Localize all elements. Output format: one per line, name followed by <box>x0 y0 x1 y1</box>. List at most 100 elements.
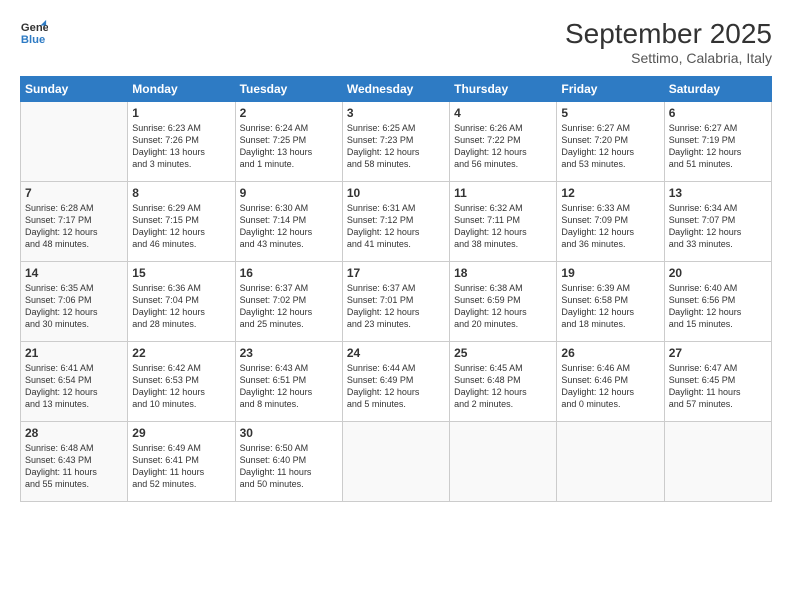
day-cell: 21Sunrise: 6:41 AM Sunset: 6:54 PM Dayli… <box>21 342 128 422</box>
day-info: Sunrise: 6:39 AM Sunset: 6:58 PM Dayligh… <box>561 282 659 331</box>
day-info: Sunrise: 6:40 AM Sunset: 6:56 PM Dayligh… <box>669 282 767 331</box>
day-info: Sunrise: 6:35 AM Sunset: 7:06 PM Dayligh… <box>25 282 123 331</box>
day-cell: 28 Sunrise: 6:48 AM Sunset: 6:43 PM Dayli… <box>21 422 128 502</box>
day-info: Sunrise: 6:31 AM Sunset: 7:12 PM Dayligh… <box>347 202 445 251</box>
day-cell: 5Sunrise: 6:27 AM Sunset: 7:20 PM Daylig… <box>557 102 664 182</box>
col-friday: Friday <box>557 77 664 102</box>
day-info: Sunrise: 6:34 AM Sunset: 7:07 PM Dayligh… <box>669 202 767 251</box>
week-row-2: 14 Sunrise: 6:35 AM Sunset: 7:06 PM Dayli… <box>21 262 772 342</box>
col-thursday: Thursday <box>450 77 557 102</box>
day-info: Sunrise: 6:24 AM Sunset: 7:25 PM Dayligh… <box>240 122 338 171</box>
day-number: 19 <box>561 266 659 280</box>
day-cell: 20 Sunrise: 6:40 AM Sunset: 6:56 PM Dayli… <box>664 262 771 342</box>
day-cell: 3Sunrise: 6:25 AM Sunset: 7:23 PM Daylig… <box>342 102 449 182</box>
day-info: Sunrise: 6:23 AM Sunset: 7:26 PM Dayligh… <box>132 122 230 171</box>
day-number: 29 <box>132 426 230 440</box>
day-cell: 13 Sunrise: 6:34 AM Sunset: 7:07 PM Dayli… <box>664 182 771 262</box>
day-info: Sunrise: 6:25 AM Sunset: 7:23 PM Dayligh… <box>347 122 445 171</box>
day-cell: 22 Sunrise: 6:42 AM Sunset: 6:53 PM Dayli… <box>128 342 235 422</box>
month-title: September 2025 <box>565 18 772 50</box>
page: General Blue September 2025 Settimo, Cal… <box>0 0 792 612</box>
week-row-0: 1Sunrise: 6:23 AM Sunset: 7:26 PM Daylig… <box>21 102 772 182</box>
header-row: Sunday Monday Tuesday Wednesday Thursday… <box>21 77 772 102</box>
day-number: 7 <box>25 186 123 200</box>
logo-icon: General Blue <box>20 18 48 46</box>
day-number: 5 <box>561 106 659 120</box>
day-cell <box>450 422 557 502</box>
day-number: 12 <box>561 186 659 200</box>
col-tuesday: Tuesday <box>235 77 342 102</box>
day-cell: 11Sunrise: 6:32 AM Sunset: 7:11 PM Dayli… <box>450 182 557 262</box>
day-number: 16 <box>240 266 338 280</box>
day-number: 4 <box>454 106 552 120</box>
day-cell: 10 Sunrise: 6:31 AM Sunset: 7:12 PM Dayli… <box>342 182 449 262</box>
day-number: 30 <box>240 426 338 440</box>
col-sunday: Sunday <box>21 77 128 102</box>
week-row-1: 7 Sunrise: 6:28 AM Sunset: 7:17 PM Daylig… <box>21 182 772 262</box>
day-number: 11 <box>454 186 552 200</box>
day-number: 20 <box>669 266 767 280</box>
day-cell: 25Sunrise: 6:45 AM Sunset: 6:48 PM Dayli… <box>450 342 557 422</box>
day-info: Sunrise: 6:33 AM Sunset: 7:09 PM Dayligh… <box>561 202 659 251</box>
day-number: 28 <box>25 426 123 440</box>
day-number: 13 <box>669 186 767 200</box>
day-cell <box>21 102 128 182</box>
header: General Blue September 2025 Settimo, Cal… <box>20 18 772 66</box>
day-cell: 1Sunrise: 6:23 AM Sunset: 7:26 PM Daylig… <box>128 102 235 182</box>
day-number: 8 <box>132 186 230 200</box>
day-number: 18 <box>454 266 552 280</box>
day-cell: 29 Sunrise: 6:49 AM Sunset: 6:41 PM Dayli… <box>128 422 235 502</box>
day-info: Sunrise: 6:26 AM Sunset: 7:22 PM Dayligh… <box>454 122 552 171</box>
day-number: 9 <box>240 186 338 200</box>
day-cell: 27Sunrise: 6:47 AM Sunset: 6:45 PM Dayli… <box>664 342 771 422</box>
day-info: Sunrise: 6:28 AM Sunset: 7:17 PM Dayligh… <box>25 202 123 251</box>
week-row-3: 21Sunrise: 6:41 AM Sunset: 6:54 PM Dayli… <box>21 342 772 422</box>
day-info: Sunrise: 6:36 AM Sunset: 7:04 PM Dayligh… <box>132 282 230 331</box>
day-number: 10 <box>347 186 445 200</box>
day-info: Sunrise: 6:42 AM Sunset: 6:53 PM Dayligh… <box>132 362 230 411</box>
day-cell: 7 Sunrise: 6:28 AM Sunset: 7:17 PM Daylig… <box>21 182 128 262</box>
day-number: 6 <box>669 106 767 120</box>
day-info: Sunrise: 6:37 AM Sunset: 7:02 PM Dayligh… <box>240 282 338 331</box>
day-cell: 17 Sunrise: 6:37 AM Sunset: 7:01 PM Dayli… <box>342 262 449 342</box>
day-cell: 26Sunrise: 6:46 AM Sunset: 6:46 PM Dayli… <box>557 342 664 422</box>
day-info: Sunrise: 6:44 AM Sunset: 6:49 PM Dayligh… <box>347 362 445 411</box>
day-number: 22 <box>132 346 230 360</box>
logo: General Blue <box>20 18 48 46</box>
col-monday: Monday <box>128 77 235 102</box>
calendar-table: Sunday Monday Tuesday Wednesday Thursday… <box>20 76 772 502</box>
day-info: Sunrise: 6:45 AM Sunset: 6:48 PM Dayligh… <box>454 362 552 411</box>
day-info: Sunrise: 6:48 AM Sunset: 6:43 PM Dayligh… <box>25 442 123 491</box>
day-number: 17 <box>347 266 445 280</box>
day-cell: 15 Sunrise: 6:36 AM Sunset: 7:04 PM Dayli… <box>128 262 235 342</box>
day-number: 15 <box>132 266 230 280</box>
day-info: Sunrise: 6:47 AM Sunset: 6:45 PM Dayligh… <box>669 362 767 411</box>
day-number: 2 <box>240 106 338 120</box>
day-cell: 2 Sunrise: 6:24 AM Sunset: 7:25 PM Daylig… <box>235 102 342 182</box>
svg-text:Blue: Blue <box>21 34 45 46</box>
day-info: Sunrise: 6:37 AM Sunset: 7:01 PM Dayligh… <box>347 282 445 331</box>
day-info: Sunrise: 6:43 AM Sunset: 6:51 PM Dayligh… <box>240 362 338 411</box>
day-info: Sunrise: 6:49 AM Sunset: 6:41 PM Dayligh… <box>132 442 230 491</box>
day-cell: 12 Sunrise: 6:33 AM Sunset: 7:09 PM Dayli… <box>557 182 664 262</box>
day-number: 24 <box>347 346 445 360</box>
week-row-4: 28 Sunrise: 6:48 AM Sunset: 6:43 PM Dayli… <box>21 422 772 502</box>
day-cell: 24 Sunrise: 6:44 AM Sunset: 6:49 PM Dayli… <box>342 342 449 422</box>
day-number: 21 <box>25 346 123 360</box>
day-cell <box>557 422 664 502</box>
day-cell <box>342 422 449 502</box>
day-cell: 9Sunrise: 6:30 AM Sunset: 7:14 PM Daylig… <box>235 182 342 262</box>
day-cell: 14 Sunrise: 6:35 AM Sunset: 7:06 PM Dayli… <box>21 262 128 342</box>
day-cell: 30Sunrise: 6:50 AM Sunset: 6:40 PM Dayli… <box>235 422 342 502</box>
col-wednesday: Wednesday <box>342 77 449 102</box>
day-info: Sunrise: 6:29 AM Sunset: 7:15 PM Dayligh… <box>132 202 230 251</box>
col-saturday: Saturday <box>664 77 771 102</box>
day-cell: 4 Sunrise: 6:26 AM Sunset: 7:22 PM Daylig… <box>450 102 557 182</box>
location-subtitle: Settimo, Calabria, Italy <box>565 50 772 66</box>
day-cell: 16 Sunrise: 6:37 AM Sunset: 7:02 PM Dayli… <box>235 262 342 342</box>
day-info: Sunrise: 6:38 AM Sunset: 6:59 PM Dayligh… <box>454 282 552 331</box>
day-cell: 23Sunrise: 6:43 AM Sunset: 6:51 PM Dayli… <box>235 342 342 422</box>
day-cell: 18 Sunrise: 6:38 AM Sunset: 6:59 PM Dayli… <box>450 262 557 342</box>
day-cell <box>664 422 771 502</box>
day-number: 14 <box>25 266 123 280</box>
